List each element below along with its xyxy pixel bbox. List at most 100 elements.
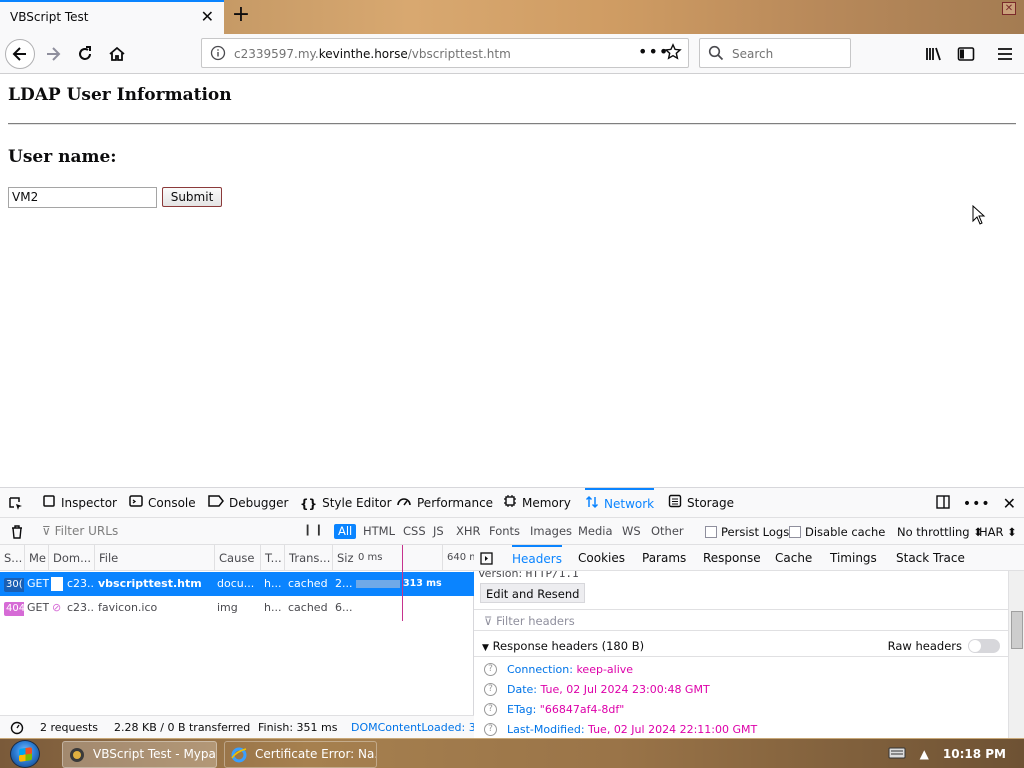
start-button[interactable] [10, 740, 40, 768]
col-transferred[interactable]: Trans... [284, 545, 332, 571]
braces-icon: {} [300, 496, 318, 511]
tab-storage[interactable]: Storage [668, 488, 734, 518]
tab-stack-trace[interactable]: Stack Trace [896, 545, 965, 571]
transferred-total: 2.28 KB / 0 B transferred [114, 721, 251, 734]
pause-icon[interactable]: ❙❙ [303, 523, 325, 536]
tab-network[interactable]: Network [585, 488, 655, 519]
filter-images[interactable]: Images [526, 524, 576, 539]
more-options-icon[interactable]: ••• [963, 496, 991, 512]
reload-button[interactable] [70, 39, 100, 69]
element-picker-icon[interactable] [8, 488, 24, 518]
menu-button[interactable] [990, 39, 1020, 69]
taskbar-item-ie[interactable]: Certificate Error: Na... [224, 741, 377, 768]
col-file[interactable]: File [94, 545, 214, 571]
tab-response[interactable]: Response [703, 545, 761, 571]
trash-icon[interactable] [10, 524, 24, 542]
back-arrow-icon [12, 47, 26, 61]
har-menu[interactable]: HAR ⬍ [979, 525, 1017, 539]
bookmark-star-icon[interactable] [664, 43, 682, 64]
edit-and-resend-button[interactable]: Edit and Resend [480, 583, 586, 603]
help-icon[interactable]: ? [484, 682, 497, 696]
tab-memory[interactable]: Memory [503, 488, 571, 518]
help-icon[interactable]: ? [484, 662, 497, 676]
search-box[interactable]: Search [699, 38, 851, 68]
throttling-select[interactable]: No throttling ⬍ [897, 525, 983, 539]
filter-other[interactable]: Other [647, 524, 688, 539]
tab-console[interactable]: Console [129, 488, 196, 518]
filter-urls-input[interactable]: ⊽ Filter URLs [42, 524, 118, 538]
filter-all[interactable]: All [334, 524, 357, 539]
keyboard-icon[interactable] [888, 747, 906, 762]
performance-icon[interactable] [10, 721, 24, 738]
site-info-icon[interactable] [210, 45, 226, 64]
home-button[interactable] [102, 39, 132, 69]
tab-performance[interactable]: Performance [396, 488, 493, 518]
url-text: c2339597.my.kevinthe.horse/vbscripttest.… [234, 47, 511, 61]
col-status[interactable]: S... [0, 545, 24, 571]
new-tab-plus-icon[interactable]: + [229, 4, 253, 28]
col-size[interactable]: Size [332, 545, 354, 571]
arrows-updown-icon [585, 491, 599, 519]
filter-media[interactable]: Media [574, 524, 617, 539]
filter-fonts[interactable]: Fonts [485, 524, 524, 539]
response-headers-title: Response headers (180 B) [492, 639, 645, 653]
filter-ws[interactable]: WS [618, 524, 645, 539]
filter-css[interactable]: CSS [399, 524, 430, 539]
persist-logs-checkbox[interactable]: Persist Logs [705, 525, 789, 539]
dock-side-icon[interactable] [935, 494, 951, 513]
tab-params[interactable]: Params [642, 545, 686, 571]
toggle-switch[interactable] [968, 639, 1000, 653]
help-icon[interactable]: ? [484, 702, 497, 716]
username-input[interactable]: VM2 [8, 187, 157, 208]
tab-timings[interactable]: Timings [830, 545, 877, 571]
show-hidden-icons[interactable]: ▲ [920, 747, 929, 761]
tab-cookies[interactable]: Cookies [578, 545, 625, 571]
col-type[interactable]: T... [260, 545, 284, 571]
chip-icon [503, 489, 517, 519]
submit-button[interactable]: Submit [162, 187, 222, 207]
col-domain[interactable]: Dom... [48, 545, 94, 571]
browser-tab[interactable]: VBScript Test ✕ [0, 0, 224, 34]
taskbar-item-mypal[interactable]: VBScript Test - Mypal [62, 741, 217, 768]
header-row: ? ETag: "66847af4-8df" [484, 699, 624, 719]
tab-debugger[interactable]: Debugger [208, 488, 288, 518]
version-value: HTTP/1.1 [525, 571, 579, 580]
close-devtools-icon[interactable]: ✕ [1003, 494, 1016, 513]
sidebar-button[interactable] [951, 39, 981, 69]
col-cause[interactable]: Cause [214, 545, 260, 571]
tab-cache[interactable]: Cache [775, 545, 812, 571]
url-bar[interactable]: c2339597.my.kevinthe.horse/vbscripttest.… [201, 38, 689, 68]
toggle-panel-icon[interactable] [480, 545, 493, 571]
window-close-icon[interactable]: ✕ [1002, 2, 1016, 15]
tab-headers[interactable]: Headers [512, 545, 562, 571]
taskbar-item-label: VBScript Test - Mypal [93, 747, 217, 761]
tab-style-editor[interactable]: {} Style Editor [300, 488, 392, 518]
scrollbar-thumb[interactable] [1011, 611, 1023, 649]
back-button[interactable] [5, 39, 35, 69]
filter-headers-input[interactable]: ⊽ Filter headers [474, 609, 1008, 631]
raw-headers-toggle[interactable]: Raw headers [888, 639, 1000, 653]
hamburger-menu-icon [998, 48, 1012, 60]
header-value: "66847af4-8df" [539, 702, 625, 716]
checkbox-box[interactable] [705, 526, 717, 538]
response-headers-section[interactable]: ▼ Response headers (180 B) Raw headers [474, 635, 1008, 657]
domain: c23... [67, 601, 95, 614]
broken-image-icon: ⊘ [52, 601, 62, 614]
tab-close-icon[interactable]: ✕ [201, 9, 214, 25]
checkbox-box[interactable] [789, 526, 801, 538]
devtools-toolbar: Inspector Console Debugger {} Style Edito… [0, 488, 1024, 518]
filter-xhr[interactable]: XHR [452, 524, 485, 539]
expand-triangle-icon[interactable]: ▼ [482, 643, 489, 653]
filter-js[interactable]: JS [429, 524, 448, 539]
filter-html[interactable]: HTML [359, 524, 399, 539]
forward-button[interactable] [38, 39, 68, 69]
tab-inspector[interactable]: Inspector [42, 488, 117, 518]
details-scrollbar[interactable] [1008, 571, 1024, 739]
header-row: ? Date: Tue, 02 Jul 2024 23:00:48 GMT [484, 679, 710, 699]
help-icon[interactable]: ? [484, 722, 497, 736]
col-method[interactable]: Me [24, 545, 48, 571]
disable-cache-checkbox[interactable]: Disable cache [789, 525, 885, 539]
col-waterfall[interactable]: 0 ms [354, 545, 440, 571]
clock[interactable]: 10:18 PM [943, 747, 1006, 761]
library-button[interactable] [919, 39, 949, 69]
